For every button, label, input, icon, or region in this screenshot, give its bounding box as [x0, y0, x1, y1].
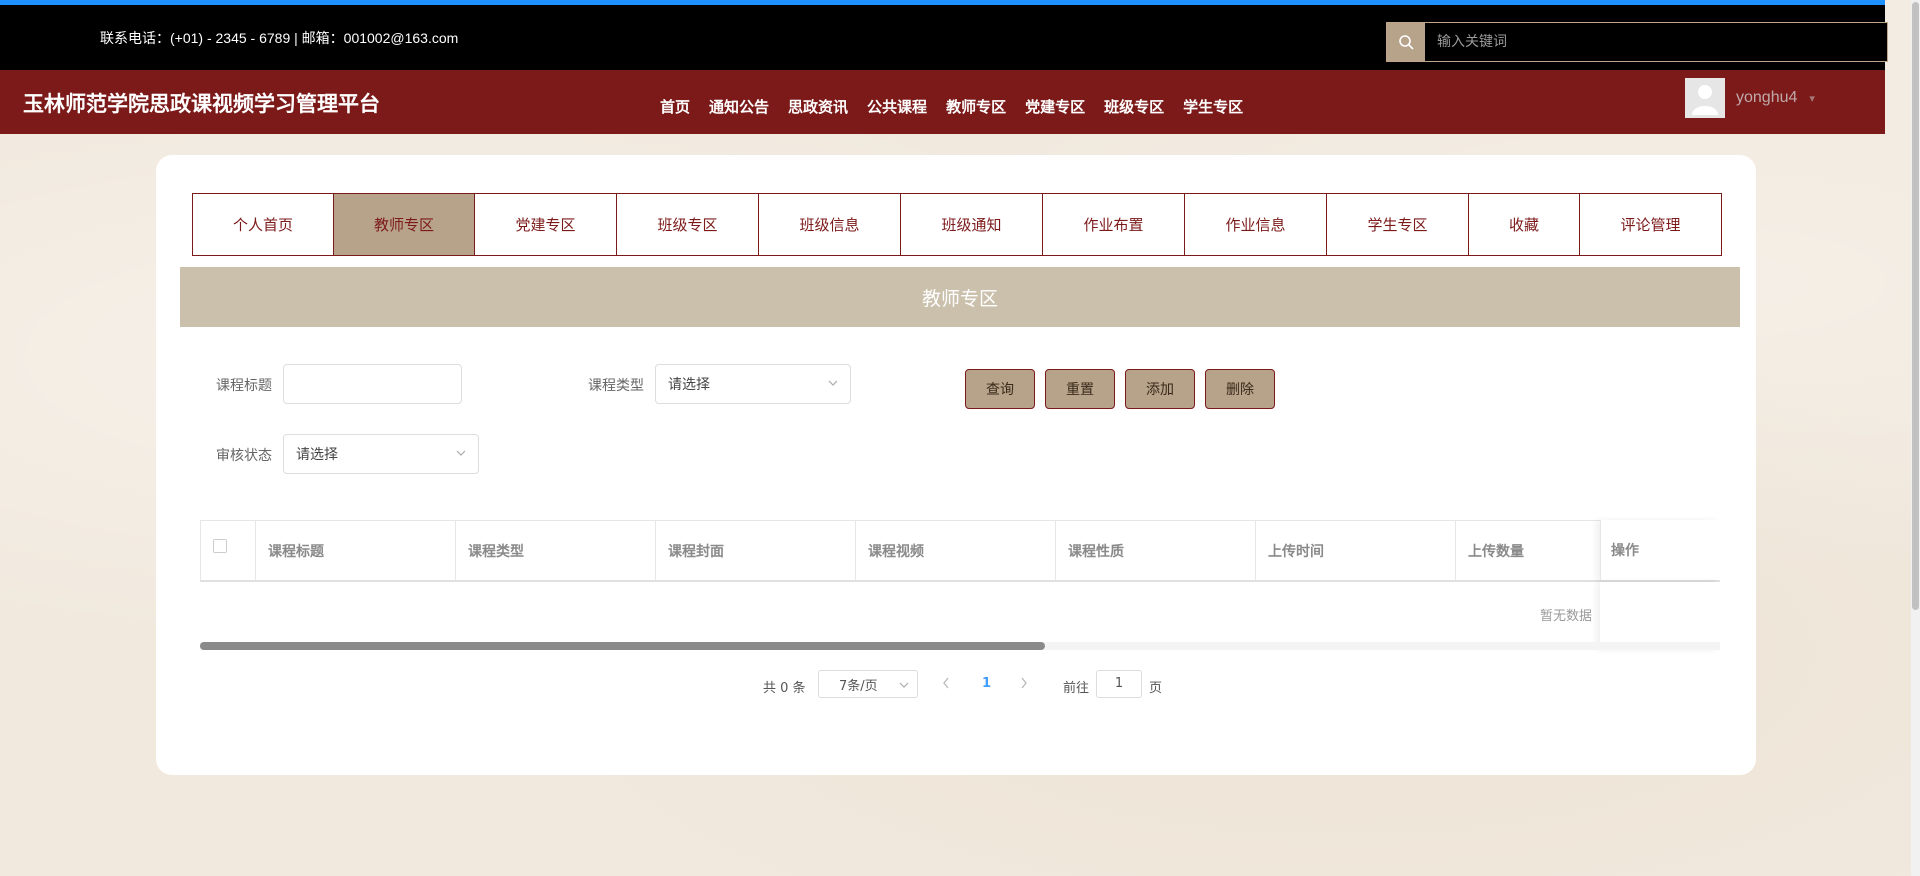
tab-class-zone[interactable]: 班级专区 — [616, 193, 759, 256]
center-tabs: 个人首页 教师专区 党建专区 班级专区 班级信息 班级通知 作业布置 作业信息 … — [192, 193, 1722, 256]
course-type-value: 请选择 — [668, 377, 710, 393]
goto-page-input[interactable]: 1 — [1096, 670, 1142, 698]
user-menu[interactable]: yonghu4 ▾ — [1685, 78, 1815, 118]
chevron-down-icon — [828, 380, 838, 386]
review-status-select[interactable]: 请选择 — [283, 434, 479, 474]
course-title-input[interactable] — [283, 364, 462, 404]
add-button[interactable]: 添加 — [1125, 369, 1195, 409]
tab-student-zone[interactable]: 学生专区 — [1326, 193, 1469, 256]
page-unit-label: 页 — [1149, 681, 1163, 696]
column-header[interactable]: 上传时间 — [1256, 521, 1456, 580]
search-box[interactable] — [1386, 22, 1888, 62]
course-type-select[interactable]: 请选择 — [655, 364, 851, 404]
column-header[interactable]: 课程封面 — [656, 521, 856, 580]
search-input[interactable] — [1425, 23, 1887, 61]
main-navbar: 玉林师范学院思政课视频学习管理平台 首页 通知公告 思政资讯 公共课程 教师专区… — [0, 70, 1885, 134]
loading-progress-bar — [0, 0, 1885, 5]
tab-teacher-zone[interactable]: 教师专区 — [333, 193, 475, 256]
nav-item-home[interactable]: 首页 — [660, 96, 690, 117]
column-header[interactable]: 课程类型 — [456, 521, 656, 580]
nav-item-class-zone[interactable]: 班级专区 — [1104, 96, 1164, 117]
total-count: 共 0 条 — [763, 681, 806, 696]
horizontal-scrollbar[interactable] — [200, 642, 1720, 650]
course-title-label: 课程标题 — [216, 378, 272, 394]
tab-class-notice[interactable]: 班级通知 — [900, 193, 1043, 256]
page-number[interactable]: 1 — [982, 676, 991, 691]
nav-item-public-courses[interactable]: 公共课程 — [867, 96, 927, 117]
goto-label: 前往 — [1063, 681, 1090, 696]
prev-page-icon[interactable] — [941, 676, 951, 694]
section-title: 教师专区 — [180, 267, 1740, 327]
site-title: 玉林师范学院思政课视频学习管理平台 — [23, 92, 380, 116]
tab-homework-assign[interactable]: 作业布置 — [1042, 193, 1185, 256]
content-card: 个人首页 教师专区 党建专区 班级专区 班级信息 班级通知 作业布置 作业信息 … — [156, 155, 1756, 775]
page-size-value: 7条/页 — [839, 678, 878, 694]
delete-button[interactable]: 删除 — [1205, 369, 1275, 409]
empty-table-text: 暂无数据 — [1540, 609, 1593, 624]
chevron-down-icon — [456, 450, 466, 456]
nav-item-news[interactable]: 思政资讯 — [788, 96, 848, 117]
reset-button[interactable]: 重置 — [1045, 369, 1115, 409]
operation-column-header: 操作 — [1600, 520, 1720, 580]
nav-item-teacher-zone[interactable]: 教师专区 — [946, 96, 1006, 117]
tab-class-info[interactable]: 班级信息 — [758, 193, 901, 256]
chevron-down-icon — [899, 682, 909, 688]
pagination: 共 0 条 7条/页 1 前往 1 页 — [156, 670, 1756, 700]
nav-menu: 首页 通知公告 思政资讯 公共课程 教师专区 党建专区 班级专区 学生专区 — [660, 96, 1262, 117]
column-header[interactable]: 课程标题 — [256, 521, 456, 580]
vertical-scrollbar[interactable] — [1911, 0, 1920, 876]
select-all-checkbox[interactable] — [213, 538, 227, 553]
top-bar: 联系电话：(+01) - 2345 - 6789 | 邮箱：001002@163… — [0, 0, 1888, 70]
avatar[interactable] — [1685, 78, 1725, 118]
next-page-icon[interactable] — [1019, 676, 1029, 694]
select-all-cell — [201, 521, 256, 580]
tab-personal-home[interactable]: 个人首页 — [192, 193, 334, 256]
operation-column-body — [1600, 582, 1720, 650]
nav-item-party-zone[interactable]: 党建专区 — [1025, 96, 1085, 117]
horizontal-scroll-thumb[interactable] — [200, 642, 1045, 650]
contact-info: 联系电话：(+01) - 2345 - 6789 | 邮箱：001002@163… — [100, 30, 459, 46]
username[interactable]: yonghu4 — [1736, 89, 1797, 107]
vertical-scroll-thumb[interactable] — [1912, 2, 1919, 610]
column-header[interactable]: 课程视频 — [856, 521, 1056, 580]
query-button[interactable]: 查询 — [965, 369, 1035, 409]
course-type-label: 课程类型 — [588, 378, 644, 394]
course-table: 课程标题 课程类型 课程封面 课程视频 课程性质 上传时间 上传数量 操作 暂无… — [200, 520, 1720, 650]
chevron-down-icon[interactable]: ▾ — [1809, 92, 1815, 105]
page-size-select[interactable]: 7条/页 — [818, 670, 918, 698]
review-status-value: 请选择 — [296, 447, 338, 463]
table-header: 课程标题 课程类型 课程封面 课程视频 课程性质 上传时间 上传数量 — [200, 520, 1720, 582]
nav-item-student-zone[interactable]: 学生专区 — [1183, 96, 1243, 117]
tab-favorites[interactable]: 收藏 — [1468, 193, 1580, 256]
tab-homework-info[interactable]: 作业信息 — [1184, 193, 1327, 256]
column-header[interactable]: 课程性质 — [1056, 521, 1256, 580]
tab-comment-management[interactable]: 评论管理 — [1579, 193, 1722, 256]
review-status-label: 审核状态 — [216, 448, 272, 464]
tab-party-zone[interactable]: 党建专区 — [474, 193, 617, 256]
search-icon[interactable] — [1387, 23, 1425, 61]
nav-item-notice[interactable]: 通知公告 — [709, 96, 769, 117]
